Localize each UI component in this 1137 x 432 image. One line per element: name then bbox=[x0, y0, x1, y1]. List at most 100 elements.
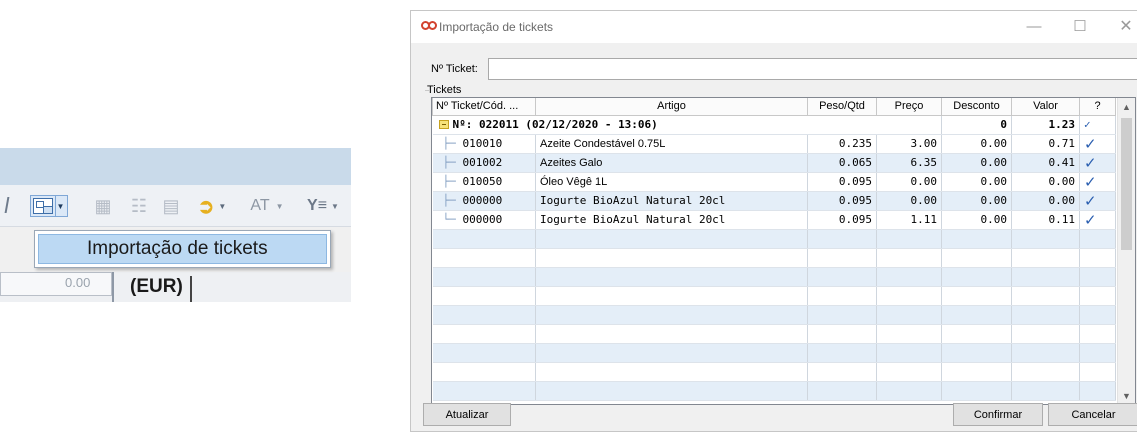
report-icon[interactable]: ▤ bbox=[160, 195, 182, 217]
currency-label: (EUR) bbox=[130, 276, 183, 297]
table-row[interactable]: └─ 000000 Iogurte BioAzul Natural 20cl 0.… bbox=[432, 210, 1116, 230]
column-header-preco[interactable]: Preço bbox=[876, 98, 942, 116]
artigo-cell: Azeites Galo bbox=[535, 153, 808, 173]
artigo-cell: Azeite Condestável 0.75L bbox=[535, 134, 808, 154]
app-logo-icon bbox=[421, 20, 439, 32]
empty-row bbox=[432, 324, 1116, 344]
ticket-group-row[interactable]: Nº: 022011 (02/12/2020 - 13:06) 0 1.23 ✓ bbox=[432, 115, 1116, 135]
chevron-down-icon: ▼ bbox=[331, 201, 339, 211]
checkmark-icon[interactable]: ✓ bbox=[1079, 172, 1116, 192]
dropdown-menu: Importação de tickets bbox=[34, 230, 331, 268]
table-row[interactable]: ├─ 010010 Azeite Condestável 0.75L 0.235 … bbox=[432, 134, 1116, 154]
tickets-group-label: Tickets bbox=[427, 84, 462, 96]
toolbar: ▼ ▦ ☷ ▤ ➲ ▼ AT ▼ Y≡ ▼ bbox=[0, 185, 351, 227]
cancel-button[interactable]: Cancelar bbox=[1048, 403, 1137, 426]
checkmark-icon[interactable]: ✓ bbox=[1079, 115, 1116, 135]
ticket-number-label: Nº Ticket: bbox=[431, 63, 478, 75]
ribbon-band bbox=[0, 148, 351, 185]
wizard-icon: ➲ bbox=[197, 195, 215, 218]
collapse-icon[interactable] bbox=[438, 120, 449, 129]
code-cell: ├─ 001002 bbox=[432, 153, 536, 173]
column-header-check[interactable]: ? bbox=[1079, 98, 1116, 116]
grid-icon[interactable]: ▦ bbox=[92, 195, 114, 217]
empty-row bbox=[432, 343, 1116, 363]
cell-divider bbox=[190, 276, 192, 302]
empty-row bbox=[432, 286, 1116, 306]
code-cell: ├─ 000000 bbox=[432, 191, 536, 211]
tickets-grid[interactable]: Nº Ticket/Cód. ... Artigo Peso/Qtd Preço… bbox=[431, 97, 1136, 405]
preco-cell: 6.35 bbox=[876, 153, 942, 173]
at-label: AT bbox=[250, 197, 270, 214]
scrollbar-thumb[interactable] bbox=[1121, 118, 1132, 250]
checkmark-icon[interactable]: ✓ bbox=[1079, 134, 1116, 154]
checkmark-icon[interactable]: ✓ bbox=[1079, 191, 1116, 211]
table-row[interactable]: ├─ 010050 Óleo Vêgê 1L 0.095 0.00 0.00 0.… bbox=[432, 172, 1116, 192]
checkmark-icon[interactable]: ✓ bbox=[1079, 153, 1116, 173]
grid-header: Nº Ticket/Cód. ... Artigo Peso/Qtd Preço… bbox=[432, 98, 1116, 116]
close-button[interactable]: ✕ bbox=[1111, 14, 1137, 38]
column-header-peso[interactable]: Peso/Qtd bbox=[807, 98, 877, 116]
group-cell: Nº: 022011 (02/12/2020 - 13:06) bbox=[432, 115, 942, 135]
dropdown-arrow-icon[interactable]: ▼ bbox=[55, 196, 65, 216]
artigo-cell: Iogurte BioAzul Natural 20cl bbox=[535, 210, 808, 230]
checkmark-icon[interactable]: ✓ bbox=[1079, 210, 1116, 230]
refresh-button[interactable]: Atualizar bbox=[423, 403, 511, 426]
tree-branch-icon: ├─ bbox=[442, 156, 456, 169]
window-title: Importação de tickets bbox=[439, 20, 554, 34]
toolbar-separator bbox=[6, 195, 10, 215]
ticket-number-input[interactable] bbox=[488, 58, 1137, 80]
filter-button[interactable]: Y≡ ▼ bbox=[298, 195, 348, 217]
empty-row bbox=[432, 362, 1116, 382]
column-header-desconto[interactable]: Desconto bbox=[941, 98, 1012, 116]
tree-branch-icon: ├─ bbox=[442, 194, 456, 207]
desconto-cell: 0.00 bbox=[941, 191, 1012, 211]
minimize-button[interactable]: — bbox=[1019, 14, 1049, 38]
group-label: Nº: 022011 (02/12/2020 - 13:06) bbox=[452, 118, 658, 131]
valor-cell: 0.00 bbox=[1011, 191, 1080, 211]
code-cell: ├─ 010010 bbox=[432, 134, 536, 154]
empty-row bbox=[432, 229, 1116, 249]
empty-row bbox=[432, 267, 1116, 287]
peso-cell: 0.095 bbox=[807, 210, 877, 230]
chevron-down-icon: ▼ bbox=[218, 201, 227, 211]
confirm-button[interactable]: Confirmar bbox=[953, 403, 1043, 426]
toolbar-crop: ▼ ▦ ☷ ▤ ➲ ▼ AT ▼ Y≡ ▼ 0.00 (EUR) Importa… bbox=[0, 148, 351, 302]
preco-cell: 1.11 bbox=[876, 210, 942, 230]
import-tickets-button[interactable]: ▼ bbox=[30, 195, 68, 217]
peso-cell: 0.235 bbox=[807, 134, 877, 154]
desconto-cell: 0.00 bbox=[941, 210, 1012, 230]
value-cell: 0.00 bbox=[0, 272, 112, 296]
valor-cell: 0.41 bbox=[1011, 153, 1080, 173]
empty-row bbox=[432, 381, 1116, 401]
cell-divider bbox=[112, 272, 114, 302]
group-valor: 1.23 bbox=[1011, 115, 1080, 135]
scroll-up-icon[interactable]: ▲ bbox=[1118, 98, 1135, 115]
table-row[interactable]: ├─ 001002 Azeites Galo 0.065 6.35 0.00 0.… bbox=[432, 153, 1116, 173]
tree-branch-icon: ├─ bbox=[442, 137, 456, 150]
column-header-artigo[interactable]: Artigo bbox=[535, 98, 808, 116]
maximize-button[interactable]: ☐ bbox=[1065, 14, 1095, 38]
column-header-ticket[interactable]: Nº Ticket/Cód. ... bbox=[432, 98, 536, 116]
wizard-button[interactable]: ➲ ▼ bbox=[192, 195, 232, 218]
peso-cell: 0.095 bbox=[807, 191, 877, 211]
artigo-cell: Óleo Vêgê 1L bbox=[535, 172, 808, 192]
list-icon[interactable]: ☷ bbox=[128, 195, 150, 217]
menu-item-import-tickets[interactable]: Importação de tickets bbox=[38, 234, 327, 264]
desconto-cell: 0.00 bbox=[941, 172, 1012, 192]
preco-cell: 0.00 bbox=[876, 172, 942, 192]
desconto-cell: 0.00 bbox=[941, 153, 1012, 173]
scroll-down-icon[interactable]: ▼ bbox=[1118, 387, 1135, 404]
code-cell: └─ 000000 bbox=[432, 210, 536, 230]
desconto-cell: 0.00 bbox=[941, 134, 1012, 154]
vertical-scrollbar[interactable]: ▲ ▼ bbox=[1117, 98, 1135, 404]
at-button[interactable]: AT ▼ bbox=[244, 195, 290, 217]
empty-row bbox=[432, 305, 1116, 325]
code-cell: ├─ 010050 bbox=[432, 172, 536, 192]
title-bar[interactable]: Importação de tickets — ☐ ✕ bbox=[411, 11, 1137, 43]
valor-cell: 0.71 bbox=[1011, 134, 1080, 154]
column-header-valor[interactable]: Valor bbox=[1011, 98, 1080, 116]
import-tickets-icon bbox=[33, 198, 53, 214]
chevron-down-icon: ▼ bbox=[275, 201, 284, 211]
table-row[interactable]: ├─ 000000 Iogurte BioAzul Natural 20cl 0.… bbox=[432, 191, 1116, 211]
empty-row bbox=[432, 248, 1116, 268]
